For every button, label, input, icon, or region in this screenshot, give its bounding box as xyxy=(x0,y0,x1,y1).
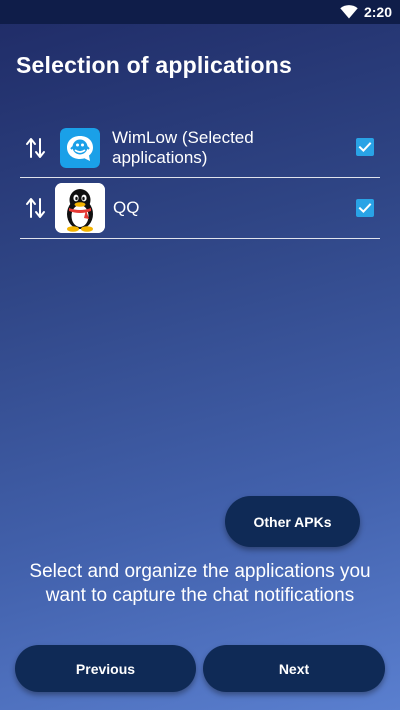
app-name: WimLow (Selected applications) xyxy=(112,127,254,167)
app-list-item[interactable]: QQ xyxy=(20,178,380,239)
status-bar-right: 2:20 xyxy=(340,3,392,21)
instructions-text: Select and organize the applications you… xyxy=(29,561,371,606)
previous-button[interactable]: Previous xyxy=(15,645,196,692)
app-checkbox[interactable] xyxy=(356,199,374,217)
page-title: Selection of applications xyxy=(16,52,292,78)
app-screen: 2:20 Selection of applications WimLow (S… xyxy=(0,0,400,710)
checkmark-icon xyxy=(358,203,372,214)
app-name: QQ xyxy=(113,198,140,217)
app-list: WimLow (Selected applications) QQ xyxy=(20,118,380,239)
app-list-item[interactable]: WimLow (Selected applications) xyxy=(20,118,380,178)
checkmark-icon xyxy=(358,142,372,153)
status-bar: 2:20 xyxy=(0,0,400,24)
app-checkbox[interactable] xyxy=(356,138,374,156)
reorder-arrows-icon[interactable] xyxy=(22,134,50,162)
next-button[interactable]: Next xyxy=(203,645,385,692)
reorder-arrows-icon[interactable] xyxy=(22,194,50,222)
other-apks-button[interactable]: Other APKs xyxy=(225,496,360,547)
wifi-icon xyxy=(340,5,358,19)
wimlow-app-icon xyxy=(60,127,100,168)
status-time: 2:20 xyxy=(363,4,392,20)
qq-penguin-app-icon xyxy=(55,183,105,233)
